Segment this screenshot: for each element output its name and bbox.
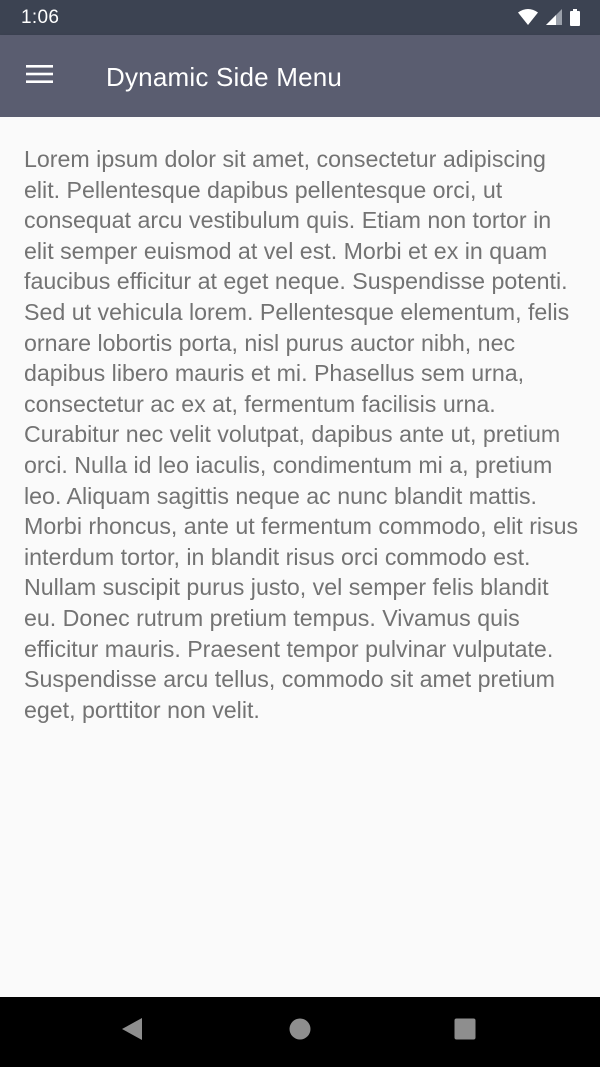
app-title: Dynamic Side Menu bbox=[106, 62, 343, 92]
home-icon bbox=[289, 1018, 311, 1045]
recents-button[interactable] bbox=[443, 1011, 487, 1051]
status-time: 1:06 bbox=[21, 7, 60, 28]
status-icons bbox=[518, 8, 580, 26]
recents-icon bbox=[454, 1018, 476, 1045]
content-area[interactable]: Lorem ipsum dolor sit amet, consectetur … bbox=[0, 117, 600, 997]
back-button[interactable] bbox=[110, 1011, 154, 1051]
navigation-bar bbox=[0, 997, 600, 1067]
cell-signal-icon bbox=[546, 9, 562, 25]
app-bar: Dynamic Side Menu bbox=[0, 35, 600, 117]
status-bar: 1:06 bbox=[0, 0, 600, 35]
home-button[interactable] bbox=[278, 1011, 322, 1051]
wifi-icon bbox=[518, 9, 538, 25]
hamburger-menu-icon bbox=[26, 64, 54, 89]
body-text: Lorem ipsum dolor sit amet, consectetur … bbox=[24, 146, 579, 723]
back-icon bbox=[121, 1017, 143, 1046]
battery-icon bbox=[570, 8, 580, 26]
menu-button[interactable] bbox=[14, 50, 66, 102]
